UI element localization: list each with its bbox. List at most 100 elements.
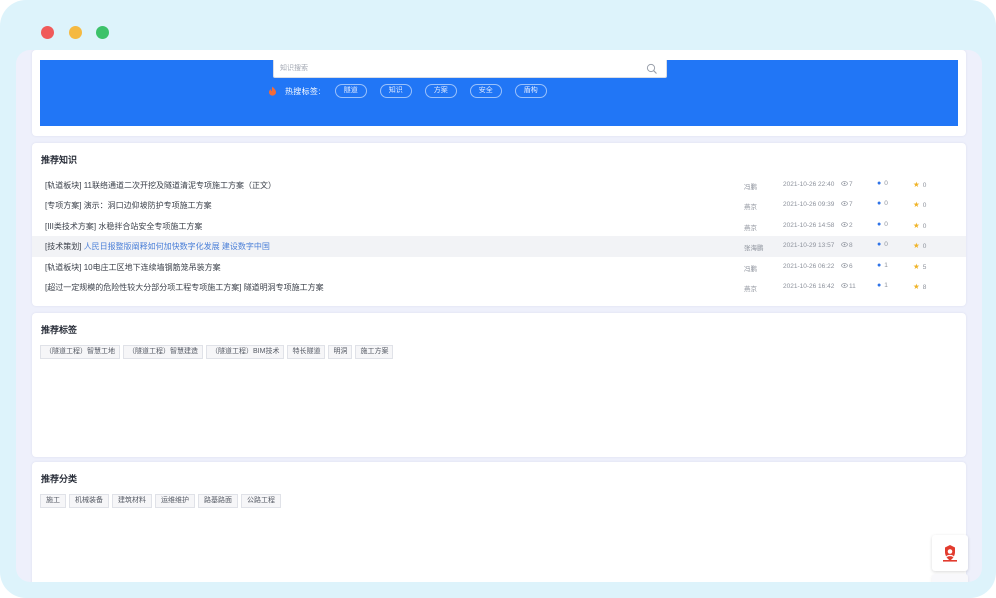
search-input[interactable]: [280, 62, 630, 75]
knowledge-list: [轨道板块] 11联络通道二次开挖及隧道清泥专项施工方案（正文） 冯鹏 2021…: [32, 175, 966, 297]
star-icon: ★: [913, 261, 920, 271]
knowledge-item-title[interactable]: [技术策划] 人民日报整版阐释如何加快数字化发展 建设数字中国: [45, 241, 270, 252]
knowledge-category: [轨道板块]: [45, 181, 82, 190]
knowledge-author: 燕京: [744, 285, 757, 293]
star-count[interactable]: ★ 0: [913, 221, 926, 230]
view-count-value: 7: [849, 201, 853, 209]
eye-icon: [841, 201, 848, 207]
knowledge-item-title[interactable]: [III类技术方案] 水稳拌合站安全专项施工方案: [45, 221, 202, 232]
knowledge-item[interactable]: [III类技术方案] 水稳拌合站安全专项施工方案 燕京 2021-10-26 1…: [32, 216, 966, 236]
eye-icon: [841, 283, 848, 288]
knowledge-item-title[interactable]: [专项方案] 演示：洞口边仰坡防护专项施工方案: [45, 200, 212, 211]
comment-count-value: 1: [884, 281, 888, 289]
comment-count[interactable]: ● 0: [877, 180, 888, 187]
view-count: 2: [841, 221, 853, 229]
knowledge-date: 2021-10-26 16:42: [783, 282, 835, 290]
view-count-value: 7: [849, 181, 853, 188]
close-window-button[interactable]: [41, 26, 54, 39]
eye-icon: [841, 242, 848, 247]
search-box[interactable]: [273, 60, 667, 78]
knowledge-link[interactable]: 11联络通道二次开挖及隧道清泥专项施工方案（正文）: [84, 181, 276, 190]
tag-chip[interactable]: （隧道工程）智慧工地: [40, 345, 120, 359]
hot-tag-shield[interactable]: 盾构: [514, 84, 547, 98]
eye-icon: [841, 181, 848, 186]
knowledge-item[interactable]: [超过一定规模的危险性较大分部分项工程专项施工方案] 隧道明洞专项施工方案 燕京…: [32, 277, 966, 297]
knowledge-item[interactable]: [轨道板块] 11联络通道二次开挖及隧道清泥专项施工方案（正文） 冯鹏 2021…: [32, 175, 966, 195]
knowledge-date: 2021-10-26 09:39: [783, 201, 835, 209]
category-chip[interactable]: 施工: [40, 494, 66, 508]
star-icon: ★: [913, 200, 920, 210]
star-count[interactable]: ★ 8: [913, 282, 926, 291]
star-count[interactable]: ★ 0: [913, 241, 926, 250]
category-chip[interactable]: 运维维护: [155, 494, 195, 508]
knowledge-date: 2021-10-29 13:57: [783, 242, 835, 250]
star-count[interactable]: ★ 0: [913, 200, 926, 209]
view-count: 11: [841, 282, 856, 290]
star-icon: ★: [913, 180, 920, 189]
tag-chip[interactable]: （隧道工程）BIM技术: [206, 345, 285, 359]
star-count[interactable]: ★ 5: [913, 262, 926, 271]
comment-icon: ●: [877, 241, 882, 249]
knowledge-author: 燕京: [744, 224, 757, 232]
knowledge-item[interactable]: [轨道板块] 10电庄工区地下连续墙钢筋笼吊装方案 冯鹏 2021-10-26 …: [32, 257, 966, 277]
view-count-value: 11: [849, 282, 856, 290]
hot-tag-plan[interactable]: 方案: [424, 84, 457, 98]
knowledge-category: [技术策划]: [45, 242, 82, 252]
knowledge-link[interactable]: 10电庄工区地下连续墙钢筋笼吊装方案: [84, 263, 221, 272]
hot-tag-knowledge[interactable]: 知识: [379, 84, 412, 98]
comment-count[interactable]: ● 0: [877, 221, 888, 228]
hot-tag-safety[interactable]: 安全: [469, 84, 502, 98]
knowledge-item-highlighted[interactable]: [技术策划] 人民日报整版阐释如何加快数字化发展 建设数字中国 张海鹏 2021…: [32, 236, 966, 257]
search-icon[interactable]: [646, 63, 658, 75]
category-list: 施工 机械装备 建筑材料 运维维护 路基路面 公路工程: [40, 494, 284, 508]
view-count: 6: [841, 262, 853, 270]
knowledge-item-title[interactable]: [轨道板块] 10电庄工区地下连续墙钢筋笼吊装方案: [45, 262, 221, 273]
hot-search-row: 热搜标签: 隧道 知识 方案 安全 盾构: [268, 83, 560, 99]
section-title: 推荐分类: [41, 474, 78, 484]
comment-count-value: 0: [884, 241, 888, 249]
back-to-top-button[interactable]: [932, 574, 968, 582]
category-chip[interactable]: 路基路面: [198, 494, 238, 508]
section-title: 推荐标签: [41, 325, 78, 335]
comment-count[interactable]: ● 1: [877, 282, 888, 289]
comment-icon: ●: [877, 281, 882, 289]
category-chip[interactable]: 建筑材料: [112, 494, 152, 508]
knowledge-category: [超过一定规模的危险性较大分部分项工程专项施工方案]: [45, 282, 242, 292]
minimize-window-button[interactable]: [69, 26, 82, 39]
comment-icon: ●: [877, 180, 882, 187]
comment-count[interactable]: ● 0: [877, 241, 888, 248]
customer-service-button[interactable]: [932, 535, 968, 571]
knowledge-link[interactable]: 演示：洞口边仰坡防护专项施工方案: [84, 201, 212, 210]
knowledge-item-title[interactable]: [轨道板块] 11联络通道二次开挖及隧道清泥专项施工方案（正文）: [45, 180, 276, 191]
section-title: 推荐知识: [41, 155, 78, 165]
knowledge-link[interactable]: 水稳拌合站安全专项施工方案: [98, 222, 202, 231]
knowledge-category: [轨道板块]: [45, 262, 82, 272]
comment-count-value: 0: [884, 200, 888, 208]
star-count-value: 8: [922, 283, 927, 291]
comment-icon: ●: [877, 220, 882, 228]
maximize-window-button[interactable]: [96, 26, 109, 39]
recommended-knowledge-panel: 推荐知识 [轨道板块] 11联络通道二次开挖及隧道清泥专项施工方案（正文） 冯鹏…: [32, 143, 966, 306]
comment-count-value: 1: [884, 261, 888, 269]
hot-tag-tunnel[interactable]: 隧道: [334, 84, 367, 98]
category-chip[interactable]: 公路工程: [241, 494, 281, 508]
browser-viewport: 热搜标签: 隧道 知识 方案 安全 盾构 推荐知识 [轨道板块] 11联络通道二…: [16, 50, 982, 582]
comment-count-value: 0: [884, 180, 888, 187]
tag-chip[interactable]: 特长隧道: [287, 345, 326, 359]
knowledge-link[interactable]: 人民日报整版阐释如何加快数字化发展 建设数字中国: [84, 242, 270, 251]
view-count-value: 6: [849, 262, 853, 270]
tag-chip[interactable]: 施工方案: [355, 345, 394, 359]
knowledge-item[interactable]: [专项方案] 演示：洞口边仰坡防护专项施工方案 燕京 2021-10-26 09…: [32, 195, 966, 215]
knowledge-link[interactable]: 隧道明洞专项施工方案: [244, 283, 324, 292]
knowledge-author: 燕京: [744, 204, 757, 212]
tag-chip[interactable]: 明洞: [328, 345, 353, 359]
star-count[interactable]: ★ 0: [913, 180, 926, 189]
comment-count[interactable]: ● 1: [877, 262, 888, 269]
tag-list: （隧道工程）智慧工地 （隧道工程）智慧建造 （隧道工程）BIM技术 特长隧道 明…: [40, 345, 396, 359]
tag-chip[interactable]: （隧道工程）智慧建造: [123, 345, 203, 359]
category-chip[interactable]: 机械装备: [69, 494, 109, 508]
knowledge-date: 2021-10-26 22:40: [783, 181, 835, 188]
knowledge-item-title[interactable]: [超过一定规模的危险性较大分部分项工程专项施工方案] 隧道明洞专项施工方案: [45, 282, 324, 293]
service-icon: [943, 545, 957, 562]
comment-count[interactable]: ● 0: [877, 200, 888, 207]
